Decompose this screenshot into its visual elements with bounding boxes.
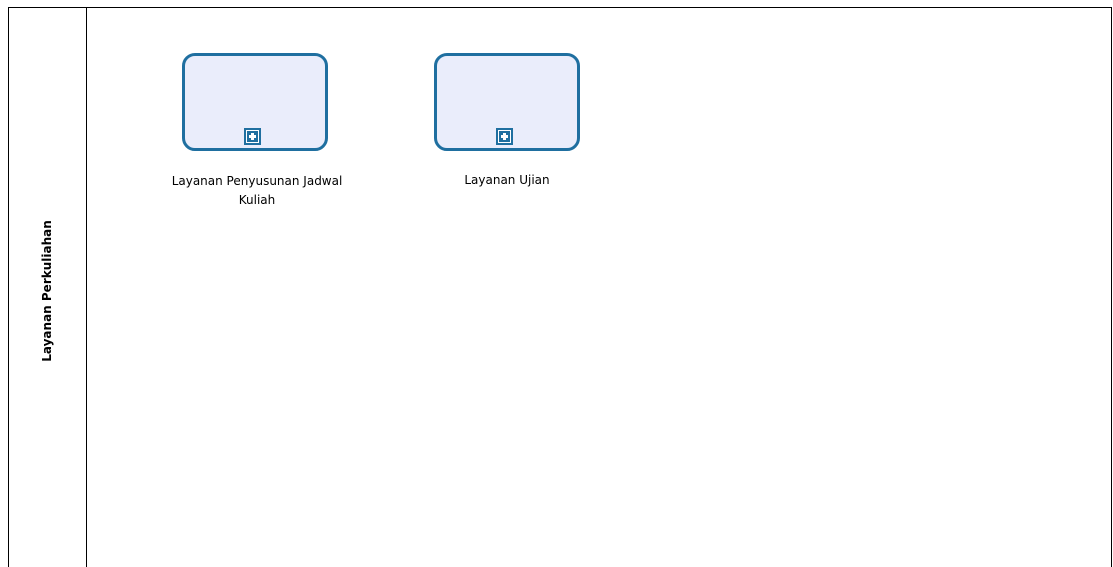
expand-marker[interactable]: [244, 128, 261, 145]
subprocess-layanan-ujian[interactable]: [434, 53, 580, 151]
plus-icon: [499, 131, 510, 142]
lane-label: Layanan Perkuliahan: [40, 220, 54, 362]
subprocess-layanan-penyusunan-jadwal-kuliah[interactable]: [182, 53, 328, 151]
subprocess-label: Layanan Ujian: [387, 171, 627, 190]
subprocess-label-line: Kuliah: [238, 193, 276, 207]
plus-icon: [247, 131, 258, 142]
subprocess-label-line: Layanan Penyusunan Jadwal: [171, 174, 343, 188]
expand-marker[interactable]: [496, 128, 513, 145]
subprocess-label-line: Layanan Ujian: [464, 173, 550, 187]
subprocess-label: Layanan Penyusunan Jadwal Kuliah: [137, 172, 377, 210]
lane-header[interactable]: Layanan Perkuliahan: [9, 8, 87, 567]
